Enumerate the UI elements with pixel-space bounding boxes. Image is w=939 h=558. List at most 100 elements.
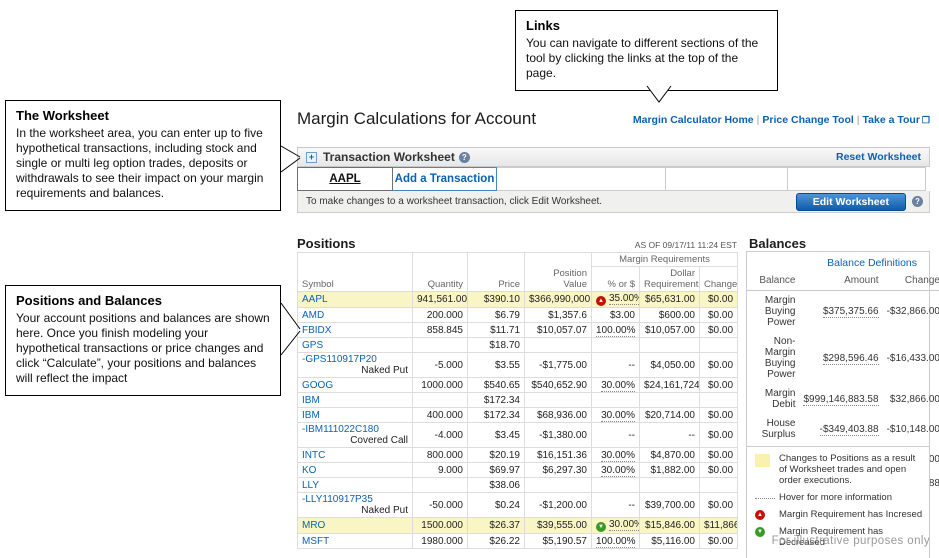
dollar-requirement-cell: -- [640, 423, 700, 448]
symbol-link[interactable]: IBM [302, 410, 320, 421]
balance-amount[interactable]: $375,375.66 [823, 306, 879, 318]
legend-item: Changes to Positions as a result of Work… [753, 453, 924, 486]
margin-pct-value[interactable]: 100.00% [596, 325, 635, 337]
quantity-cell: 858.845 [413, 323, 468, 338]
price-cell: $38.06 [468, 478, 525, 493]
change-cell: $0.00 [700, 423, 738, 448]
margin-pct-cell: 30.00% [592, 448, 640, 463]
position-row: GPS$18.70 [298, 338, 738, 353]
column-header-price: Price [468, 253, 525, 292]
illustrative-note: For illustrative purposes only [630, 535, 930, 547]
symbol-link[interactable]: GPS [302, 340, 323, 351]
position-row: AMD200.000$6.79$1,357.6$3.00$600.00$0.00 [298, 308, 738, 323]
position-row: IBM400.000$172.34$68,936.0030.00%$20,714… [298, 408, 738, 423]
symbol-link[interactable]: GOOG [302, 380, 333, 391]
margin-pct-value[interactable]: 30.00% [609, 519, 640, 531]
worksheet-tabs: AAPLAdd a Transaction [297, 167, 930, 191]
position-row: IBM$172.34 [298, 393, 738, 408]
reset-worksheet-link[interactable]: Reset Worksheet [836, 151, 921, 163]
dollar-requirement-cell [640, 478, 700, 493]
symbol-link[interactable]: MRO [302, 520, 325, 531]
external-link-icon: ❐ [922, 115, 930, 125]
callout-links-body: You can navigate to different sections o… [526, 36, 767, 81]
balance-label: House Surplus [747, 414, 799, 444]
position-row: -IBM111022C180Covered Call-4.000$3.45-$1… [298, 423, 738, 448]
column-header-symbol: Symbol [298, 253, 413, 292]
symbol-link[interactable]: MSFT [302, 536, 329, 547]
column-header-position-value: Position Value [525, 253, 592, 292]
price-cell: $390.10 [468, 292, 525, 308]
worksheet-help-icon[interactable]: ? [459, 152, 470, 163]
margin-pct-value[interactable]: 30.00% [601, 450, 635, 462]
symbol-cell: KO [298, 463, 413, 478]
position-row: LLY $38.06 [298, 478, 738, 493]
legend-item-text: Changes to Positions as a result of Work… [779, 453, 924, 486]
legend-item: Hover for more information [753, 492, 924, 503]
balance-change: $32,866.00 [883, 384, 939, 414]
nav-link-price-change-tool[interactable]: Price Change Tool [762, 114, 853, 126]
symbol-link[interactable]: LLY [302, 480, 319, 491]
margin-pct-value[interactable]: 35.00% [609, 293, 640, 305]
margin-pct-cell: $3.00 [592, 308, 640, 323]
change-cell: $11,866.00 [700, 518, 738, 534]
margin-pct-cell: 30.00% [592, 408, 640, 423]
nav-link-take-a-tour[interactable]: Take a Tour [863, 114, 920, 126]
position-value-cell: $6,297.30 [525, 463, 592, 478]
symbol-cell: FBIDX [298, 323, 413, 338]
worksheet-section-title: Transaction Worksheet [323, 150, 455, 164]
symbol-cell: INTC [298, 448, 413, 463]
dotted-line-swatch [755, 498, 775, 499]
column-header-dollar-requirement: Dollar Requirement [640, 267, 700, 292]
balance-amount-cell: -$349,403.88 [799, 414, 882, 444]
worksheet-header-bar: + Transaction Worksheet ? Reset Workshee… [297, 147, 930, 167]
balance-amount[interactable]: -$349,403.88 [820, 424, 879, 436]
symbol-link[interactable]: KO [302, 465, 316, 476]
symbol-link[interactable]: -LLY110917P35 [302, 494, 373, 505]
balances-column-header-balance: Balance [747, 272, 799, 291]
symbol-link[interactable]: IBM [302, 395, 320, 406]
expand-collapse-icon[interactable]: + [306, 152, 317, 163]
symbol-link[interactable]: INTC [302, 450, 325, 461]
positions-titlebar: Positions AS OF 09/17/11 11:24 EST [297, 236, 737, 251]
balances-column-header-amount: Amount [799, 272, 882, 291]
worksheet-message-bar: To make changes to a worksheet transacti… [297, 191, 930, 213]
nav-separator: | [854, 114, 863, 126]
edit-worksheet-button[interactable]: Edit Worksheet [796, 193, 906, 211]
position-value-cell: $10,057.07 [525, 323, 592, 338]
position-row: FBIDX858.845$11.71$10,057.07100.00%$10,0… [298, 323, 738, 338]
symbol-link[interactable]: AAPL [302, 294, 328, 305]
edit-worksheet-help-icon[interactable]: ? [912, 196, 923, 207]
quantity-cell: -50.000 [413, 493, 468, 518]
symbol-link[interactable]: -GPS110917P20 [302, 354, 377, 365]
symbol-link[interactable]: FBIDX [302, 325, 331, 336]
margin-pct-value[interactable]: 30.00% [601, 410, 635, 422]
balances-header-row: BalanceAmountChange [747, 272, 939, 291]
nav-link-margin-calculator-home[interactable]: Margin Calculator Home [633, 114, 754, 126]
worksheet-tab-add-a-transaction[interactable]: Add a Transaction [392, 167, 497, 191]
balance-amount[interactable]: $298,596.46 [823, 353, 879, 365]
margin-pct-cell: ▼30.00% [592, 518, 640, 534]
balance-amount-cell: $375,375.66 [799, 291, 882, 333]
balance-change: -$10,148.00 [883, 414, 939, 444]
balance-definitions-link[interactable]: Balance Definitions [827, 257, 917, 269]
change-cell: $0.00 [700, 493, 738, 518]
margin-pct-cell: ▲35.00% [592, 292, 640, 308]
position-value-cell: $5,190.57 [525, 534, 592, 549]
column-header-change: Change [700, 267, 738, 292]
balance-amount[interactable]: $999,146,883.58 [803, 394, 878, 406]
positions-title: Positions [297, 236, 356, 251]
margin-pct-value: $3.00 [610, 310, 635, 321]
margin-pct-value: -- [628, 430, 635, 441]
dollar-requirement-cell [640, 338, 700, 353]
margin-pct-value[interactable]: 30.00% [601, 380, 635, 392]
quantity-cell: 1000.000 [413, 378, 468, 393]
price-cell: $69.97 [468, 463, 525, 478]
symbol-link[interactable]: -IBM111022C180 [302, 424, 379, 435]
worksheet-tab-aapl[interactable]: AAPL [297, 167, 393, 191]
symbol-link[interactable]: AMD [302, 310, 324, 321]
margin-pct-value[interactable]: 30.00% [601, 465, 635, 477]
balance-change: -$16,433.00 [883, 332, 939, 384]
position-value-cell: $16,151.36 [525, 448, 592, 463]
positions-table-head: SymbolQuantityPricePosition ValueMargin … [298, 253, 738, 292]
price-cell: $11.71 [468, 323, 525, 338]
